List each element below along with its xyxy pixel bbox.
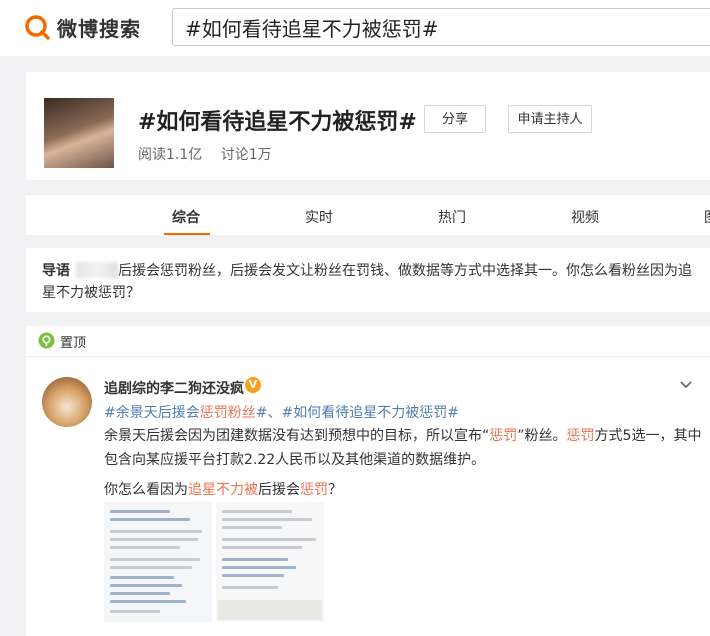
topic-title: #如何看待追星不力被惩罚# <box>138 110 417 135</box>
tab-bar: 综合 实时 热门 视频 图 <box>26 194 710 235</box>
read-count: 阅读1.1亿 <box>138 147 203 163</box>
post-text: 后援会 <box>258 482 300 498</box>
pin-icon <box>38 332 55 349</box>
guide-content: 后援会惩罚粉丝，后援会发文让粉丝在罚钱、做数据等方式中选择其一。你怎么看粉丝因为… <box>42 263 692 301</box>
apply-host-button[interactable]: 申请主持人 <box>508 105 592 133</box>
weibo-search-logo[interactable]: 微博搜索 <box>24 10 141 44</box>
post-text: 余景天后援会因为团建数据没有达到预想中的目标，所以宣布“ <box>104 428 490 444</box>
topic-header: #如何看待追星不力被惩罚# 阅读1.1亿 讨论1万 分享 申请主持人 <box>26 72 710 180</box>
guide-label: 导语 <box>42 263 70 279</box>
tab-comprehensive[interactable]: 综合 <box>172 207 200 227</box>
tab-video[interactable]: 视频 <box>571 207 599 227</box>
topic-avatar <box>44 98 114 168</box>
post-hashtags: #余景天后援会惩罚粉丝#、#如何看待追星不力被惩罚# <box>104 402 459 422</box>
active-tab-indicator <box>164 233 210 235</box>
post-text: ”粉丝。 <box>517 428 567 444</box>
guide-text: 导语 后援会惩罚粉丝，后援会发文让粉丝在罚钱、做数据等方式中选择其一。你怎么看粉丝… <box>42 260 702 304</box>
highlight-text: 惩罚 <box>300 482 328 498</box>
logo-text: 微博搜索 <box>57 16 141 41</box>
author-name[interactable]: 追剧综的李二狗还没疯 <box>104 378 244 398</box>
tab-images[interactable]: 图 <box>704 207 710 227</box>
highlight-text: 惩罚 <box>566 428 595 444</box>
hashtag-link[interactable]: #、 <box>256 405 282 421</box>
discussion-count: 讨论1万 <box>220 147 272 163</box>
top-bar: 微博搜索 <box>0 0 710 56</box>
pinned-post: 置顶 追剧综的李二狗还没疯 V #余景天后援会惩罚粉丝#、#如何看待追星不力被惩… <box>26 326 710 636</box>
post-paragraph: 余景天后援会因为团建数据没有达到预想中的目标，所以宣布“惩罚”粉丝。惩罚方式5选… <box>104 424 704 472</box>
search-input[interactable] <box>173 9 710 45</box>
chevron-down-icon[interactable] <box>678 376 694 392</box>
hashtag-link[interactable]: #如何看待追星不力被惩罚# <box>281 405 458 421</box>
topic-guide: 导语 后援会惩罚粉丝，后援会发文让粉丝在罚钱、做数据等方式中选择其一。你怎么看粉丝… <box>26 248 710 312</box>
highlight-text: 追星不力被 <box>188 482 258 498</box>
post-paragraph: 你怎么看因为追星不力被后援会惩罚？ <box>104 478 704 502</box>
highlight-text: 惩罚 <box>489 428 518 444</box>
blurred-name <box>76 262 118 278</box>
pin-label: 置顶 <box>60 336 87 351</box>
vip-badge-icon: V <box>245 377 261 393</box>
avatar[interactable] <box>42 377 92 427</box>
post-text: ？ <box>328 482 342 498</box>
search-box[interactable] <box>172 8 710 46</box>
post-image-thumbnail[interactable] <box>104 502 212 622</box>
search-logo-icon <box>25 15 50 40</box>
pin-row: 置顶 <box>26 326 710 357</box>
post-text: 你怎么看因为 <box>104 482 188 498</box>
tab-hot[interactable]: 热门 <box>438 207 466 227</box>
post-image-thumbnail[interactable] <box>216 502 324 622</box>
post-body: 余景天后援会因为团建数据没有达到预想中的目标，所以宣布“惩罚”粉丝。惩罚方式5选… <box>104 424 704 502</box>
share-button[interactable]: 分享 <box>424 105 486 133</box>
tab-realtime[interactable]: 实时 <box>305 207 333 227</box>
hashtag-link[interactable]: #余景天后援会 <box>104 405 200 421</box>
topic-stats: 阅读1.1亿 讨论1万 <box>138 144 286 164</box>
hashtag-highlight[interactable]: 惩罚粉丝 <box>200 405 256 421</box>
